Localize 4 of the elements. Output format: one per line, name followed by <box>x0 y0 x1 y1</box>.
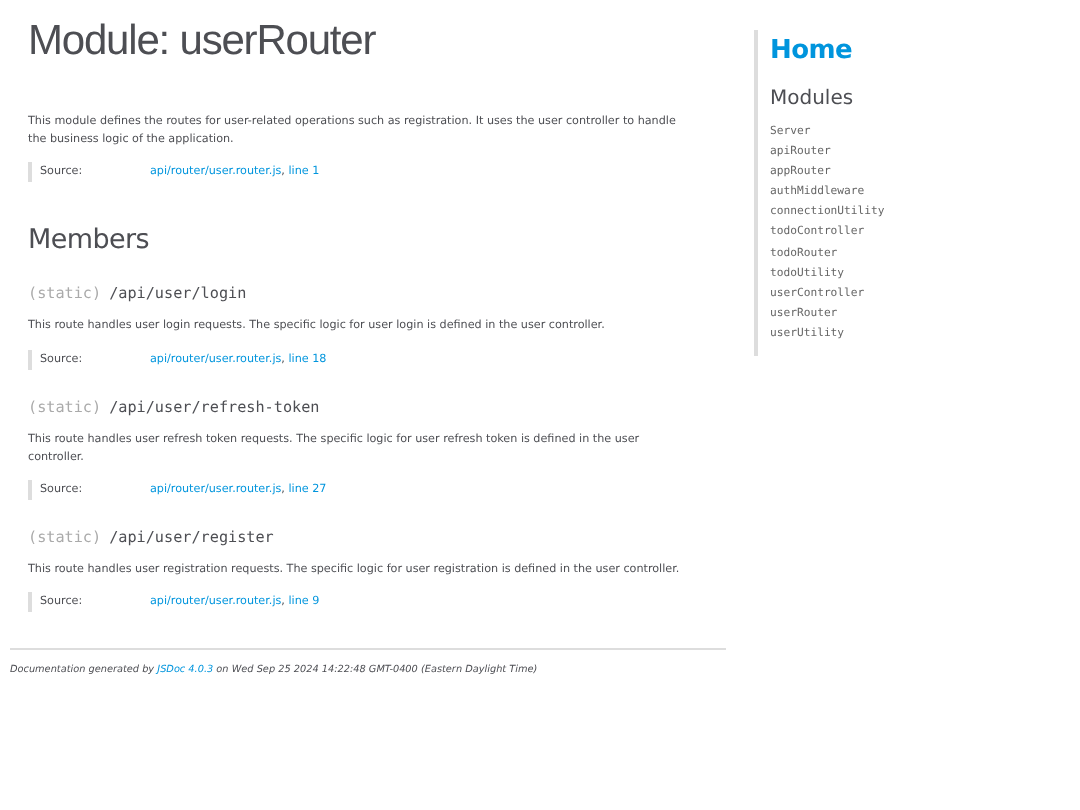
home-link[interactable]: Home <box>770 36 1050 66</box>
modules-heading: Modules <box>770 88 856 110</box>
page-title: Module: userRouter <box>28 18 378 66</box>
members-heading: Members <box>28 224 151 257</box>
